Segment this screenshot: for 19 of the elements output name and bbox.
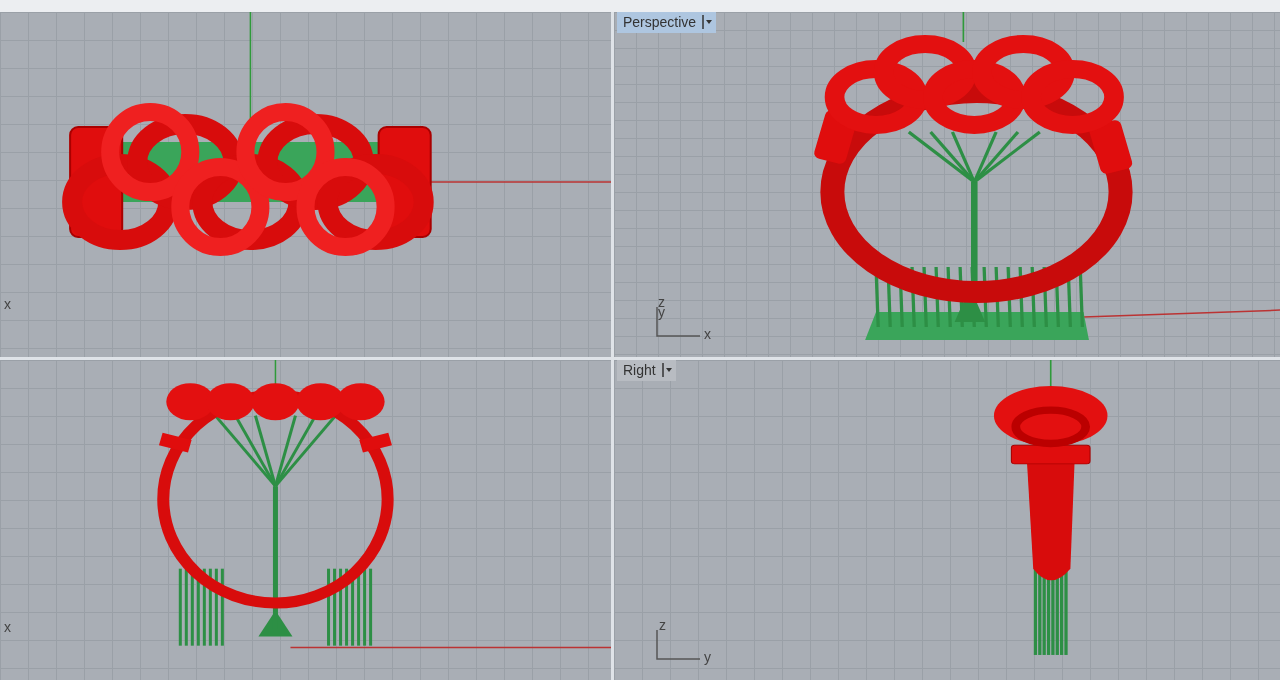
axis-label: x: [4, 620, 11, 634]
axis-label: z: [659, 618, 666, 632]
world-axis-line: [962, 12, 965, 43]
viewport[interactable]: Right z y: [614, 360, 1280, 680]
viewport-title: Perspective: [623, 14, 697, 30]
viewport-title-tab[interactable]: Perspective: [617, 12, 717, 33]
viewport[interactable]: x: [0, 12, 611, 357]
axis-label: y: [704, 650, 711, 664]
viewport[interactable]: x: [0, 360, 611, 680]
axis-icon: [656, 630, 701, 660]
caret-icon: [702, 15, 713, 29]
axis-label: z: [658, 295, 665, 309]
viewport-title-tab[interactable]: Right: [617, 360, 676, 381]
viewport[interactable]: Perspective z y x: [614, 12, 1280, 357]
axis-icon: [656, 307, 701, 337]
viewport-title: Right: [623, 362, 656, 378]
axis-label: x: [704, 327, 711, 341]
caret-icon: [661, 363, 672, 377]
axis-label: x: [4, 297, 11, 311]
